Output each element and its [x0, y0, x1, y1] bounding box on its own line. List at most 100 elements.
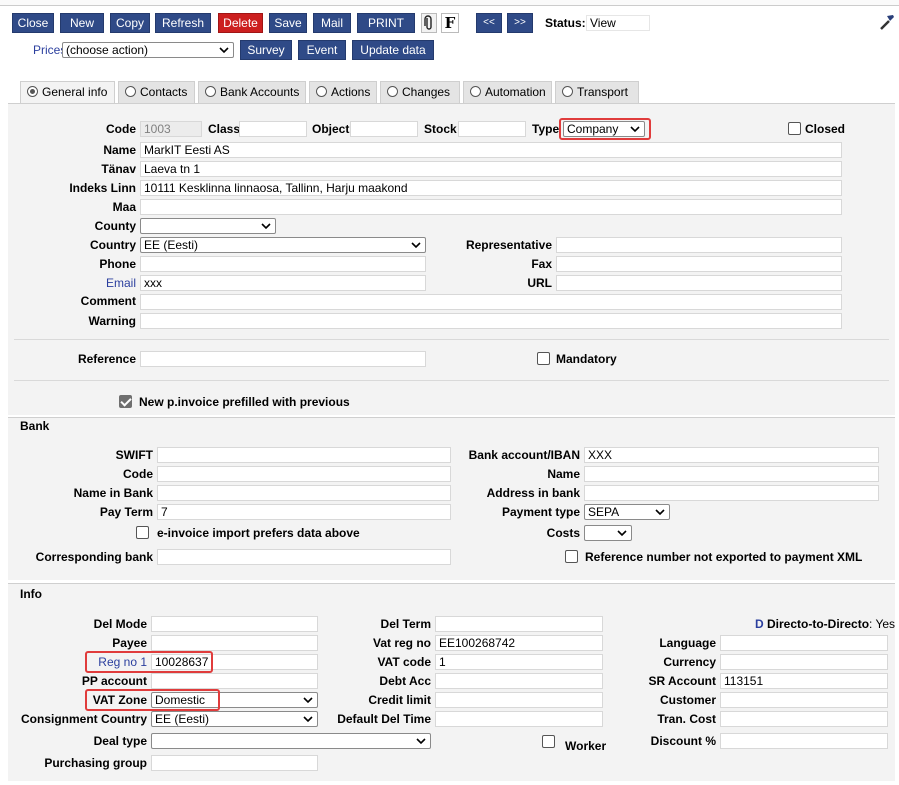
default-del-time-label: Default Del Time — [337, 712, 431, 726]
vat-code-field[interactable]: 1 — [435, 654, 603, 670]
iban-label: Bank account/IBAN — [468, 448, 580, 462]
object-label: Object — [312, 122, 350, 136]
language-field[interactable] — [720, 635, 888, 651]
payee-field[interactable] — [151, 635, 318, 651]
del-term-field[interactable] — [435, 616, 603, 632]
customer-field[interactable] — [720, 692, 888, 708]
f-button[interactable]: F — [441, 13, 459, 33]
event-button[interactable]: Event — [298, 40, 346, 60]
warning-field[interactable] — [140, 313, 842, 329]
fax-field[interactable] — [556, 256, 842, 272]
warning-label: Warning — [88, 314, 136, 328]
tran-cost-field[interactable] — [720, 711, 888, 727]
consignment-country-select[interactable]: EE (Eesti) — [151, 711, 318, 727]
reference-field[interactable] — [140, 351, 426, 367]
bank-name-field[interactable] — [584, 466, 879, 482]
tab-transport[interactable]: Transport — [555, 81, 639, 103]
purchasing-group-field[interactable] — [151, 755, 318, 771]
mandatory-checkbox[interactable] — [537, 352, 550, 365]
payment-type-select[interactable]: SEPA — [584, 504, 670, 520]
pay-term-field[interactable]: 7 — [157, 504, 451, 520]
mail-button[interactable]: Mail — [313, 13, 351, 33]
email-link[interactable]: Email — [20, 275, 136, 291]
object-field[interactable] — [350, 121, 418, 137]
url-field[interactable] — [556, 275, 842, 291]
currency-label: Currency — [663, 655, 716, 669]
copy-button[interactable]: Copy — [110, 13, 150, 33]
comment-label: Comment — [80, 294, 136, 308]
tab-contacts[interactable]: Contacts — [118, 81, 195, 103]
prev-record-button[interactable]: << — [476, 13, 502, 33]
del-mode-field[interactable] — [151, 616, 318, 632]
class-field[interactable] — [239, 121, 307, 137]
save-button[interactable]: Save — [269, 13, 307, 33]
closed-checkbox[interactable] — [788, 122, 801, 135]
email-field[interactable]: xxx — [140, 275, 426, 291]
refresh-button[interactable]: Refresh — [155, 13, 211, 33]
radio-selected-icon — [27, 86, 38, 97]
phone-field[interactable] — [140, 256, 426, 272]
swift-field[interactable] — [157, 447, 451, 463]
name-in-bank-field[interactable] — [157, 485, 451, 501]
representative-label: Representative — [465, 238, 552, 252]
hammer-icon[interactable] — [878, 12, 896, 32]
chevron-down-icon — [617, 530, 627, 537]
paperclip-icon[interactable] — [421, 13, 437, 33]
indeks-linn-field[interactable]: 10111 Kesklinna linnaosa, Tallinn, Harju… — [140, 180, 842, 196]
fax-label: Fax — [531, 257, 552, 271]
default-del-time-field[interactable] — [435, 711, 603, 727]
name-field[interactable]: MarkIT Eesti AS — [140, 142, 842, 158]
code-label: Code — [106, 122, 136, 136]
tab-label: General info — [42, 85, 108, 99]
country-select[interactable]: EE (Eesti) — [140, 237, 426, 253]
sr-account-label: SR Account — [648, 674, 716, 688]
iban-field[interactable]: XXX — [584, 447, 879, 463]
payment-type-label: Payment type — [501, 505, 580, 519]
corresponding-bank-field[interactable] — [157, 549, 451, 565]
tab-label: Actions — [331, 85, 371, 99]
name-in-bank-label: Name in Bank — [73, 486, 153, 500]
vat-reg-no-field[interactable]: EE100268742 — [435, 635, 603, 651]
new-button[interactable]: New — [60, 13, 104, 33]
refnum-checkbox[interactable] — [565, 550, 578, 563]
prefill-checkbox[interactable] — [119, 395, 132, 408]
einvoice-checkbox[interactable] — [136, 526, 149, 539]
directo-to-directo-value: : Yes — [869, 617, 896, 631]
worker-checkbox[interactable] — [542, 735, 555, 748]
tab-bank-accounts[interactable]: Bank Accounts — [198, 81, 306, 103]
debt-acc-field[interactable] — [435, 673, 603, 689]
sr-account-field[interactable]: 113151 — [720, 673, 888, 689]
tab-general-info[interactable]: General info — [20, 81, 115, 104]
reg-no-highlight — [85, 651, 213, 673]
tab-automation[interactable]: Automation — [463, 81, 552, 103]
pp-account-field[interactable] — [151, 673, 318, 689]
radio-icon — [125, 86, 136, 97]
consignment-country-value: EE (Eesti) — [155, 712, 210, 726]
print-button[interactable]: PRINT — [357, 13, 415, 33]
bank-code-field[interactable] — [157, 466, 451, 482]
costs-select[interactable] — [584, 525, 632, 541]
prices-select[interactable]: (choose action) — [62, 42, 234, 58]
tanav-field[interactable]: Laeva tn 1 — [140, 161, 842, 177]
corresponding-bank-label: Corresponding bank — [35, 550, 153, 564]
stock-field[interactable] — [458, 121, 526, 137]
maa-field[interactable] — [140, 199, 842, 215]
delete-button[interactable]: Delete — [218, 13, 263, 33]
next-record-button[interactable]: >> — [507, 13, 533, 33]
discount-field[interactable] — [720, 733, 888, 749]
currency-field[interactable] — [720, 654, 888, 670]
survey-button[interactable]: Survey — [240, 40, 292, 60]
update-data-button[interactable]: Update data — [352, 40, 434, 60]
indeks-linn-label: Indeks Linn — [69, 181, 136, 195]
county-select[interactable] — [140, 218, 276, 234]
prefill-label: New p.invoice prefilled with previous — [139, 395, 350, 409]
tab-changes[interactable]: Changes — [380, 81, 460, 103]
credit-limit-field[interactable] — [435, 692, 603, 708]
bank-section-title: Bank — [20, 419, 50, 433]
representative-field[interactable] — [556, 237, 842, 253]
address-in-bank-field[interactable] — [584, 485, 879, 501]
comment-field[interactable] — [140, 294, 842, 310]
tab-actions[interactable]: Actions — [309, 81, 377, 103]
close-button[interactable]: Close — [12, 13, 54, 33]
deal-type-select[interactable] — [151, 733, 431, 749]
